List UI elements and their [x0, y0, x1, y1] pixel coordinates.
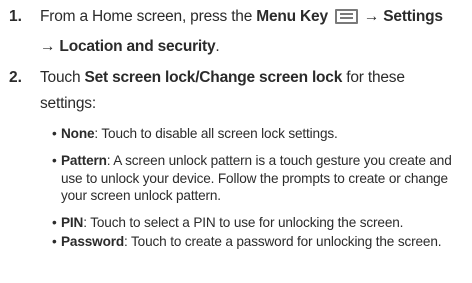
option-term: Password: [61, 234, 125, 250]
option-term: Pattern: [61, 153, 107, 169]
step-line: From a Home screen, press the Menu Key → …: [40, 6, 468, 28]
option-desc: : Touch to create a password for unlocki…: [124, 234, 442, 250]
item-line: Password: Touch to create a password for…: [61, 233, 468, 250]
bullet-icon: •: [52, 153, 57, 169]
bullet-icon: •: [52, 215, 57, 231]
option-term: None: [61, 126, 95, 141]
screen-lock-label: Set screen lock/Change screen lock: [84, 69, 343, 86]
step-line: Touch Set screen lock/Change screen lock…: [40, 67, 468, 89]
step-text: From a Home screen, press the Menu Key → …: [40, 6, 468, 58]
menu-key-icon: [334, 9, 358, 24]
text-run: From a Home screen, press the: [40, 8, 257, 25]
option-term: PIN: [61, 215, 84, 231]
step-line: settings:: [40, 95, 96, 112]
list-item: • None: Touch to disable all screen lock…: [52, 125, 468, 142]
item-line: None: Touch to disable all screen lock s…: [61, 125, 468, 142]
text-run: .: [215, 38, 220, 55]
text-run: for these: [342, 69, 405, 86]
item-line: Pattern: A screen unlock pattern is a to…: [61, 152, 468, 169]
lock-options-list: • None: Touch to disable all screen lock…: [52, 125, 468, 251]
menu-key-label: Menu Key: [256, 8, 328, 25]
list-item: • Password: Touch to create a password f…: [52, 233, 468, 250]
settings-label: Settings: [383, 8, 443, 25]
step-line: → Location and security.: [40, 36, 468, 58]
list-item: • Pattern: A screen unlock pattern is a …: [52, 152, 468, 204]
instructions-document: 1. From a Home screen, press the Menu Ke…: [0, 0, 472, 283]
arrow-icon: →: [40, 38, 56, 55]
option-desc: : A screen unlock pattern is a touch ges…: [106, 153, 452, 169]
text-run: Touch: [40, 69, 85, 86]
location-security-label: Location and security: [59, 38, 216, 55]
list-item: • PIN: Touch to select a PIN to use for …: [52, 214, 468, 231]
step-number: 2.: [9, 69, 22, 86]
arrow-icon: →: [363, 8, 380, 25]
option-desc: : Touch to select a PIN to use for unloc…: [83, 215, 404, 231]
bullet-icon: •: [52, 126, 57, 141]
item-line: PIN: Touch to select a PIN to use for un…: [61, 214, 468, 231]
step-text: Touch Set screen lock/Change screen lock…: [40, 67, 468, 115]
option-desc: : Touch to disable all screen lock setti…: [94, 126, 338, 141]
item-line: use to unlock your device. Follow the pr…: [61, 170, 448, 186]
item-line: your screen unlock pattern.: [61, 187, 221, 203]
step-number: 1.: [9, 8, 22, 25]
bullet-icon: •: [52, 234, 57, 250]
